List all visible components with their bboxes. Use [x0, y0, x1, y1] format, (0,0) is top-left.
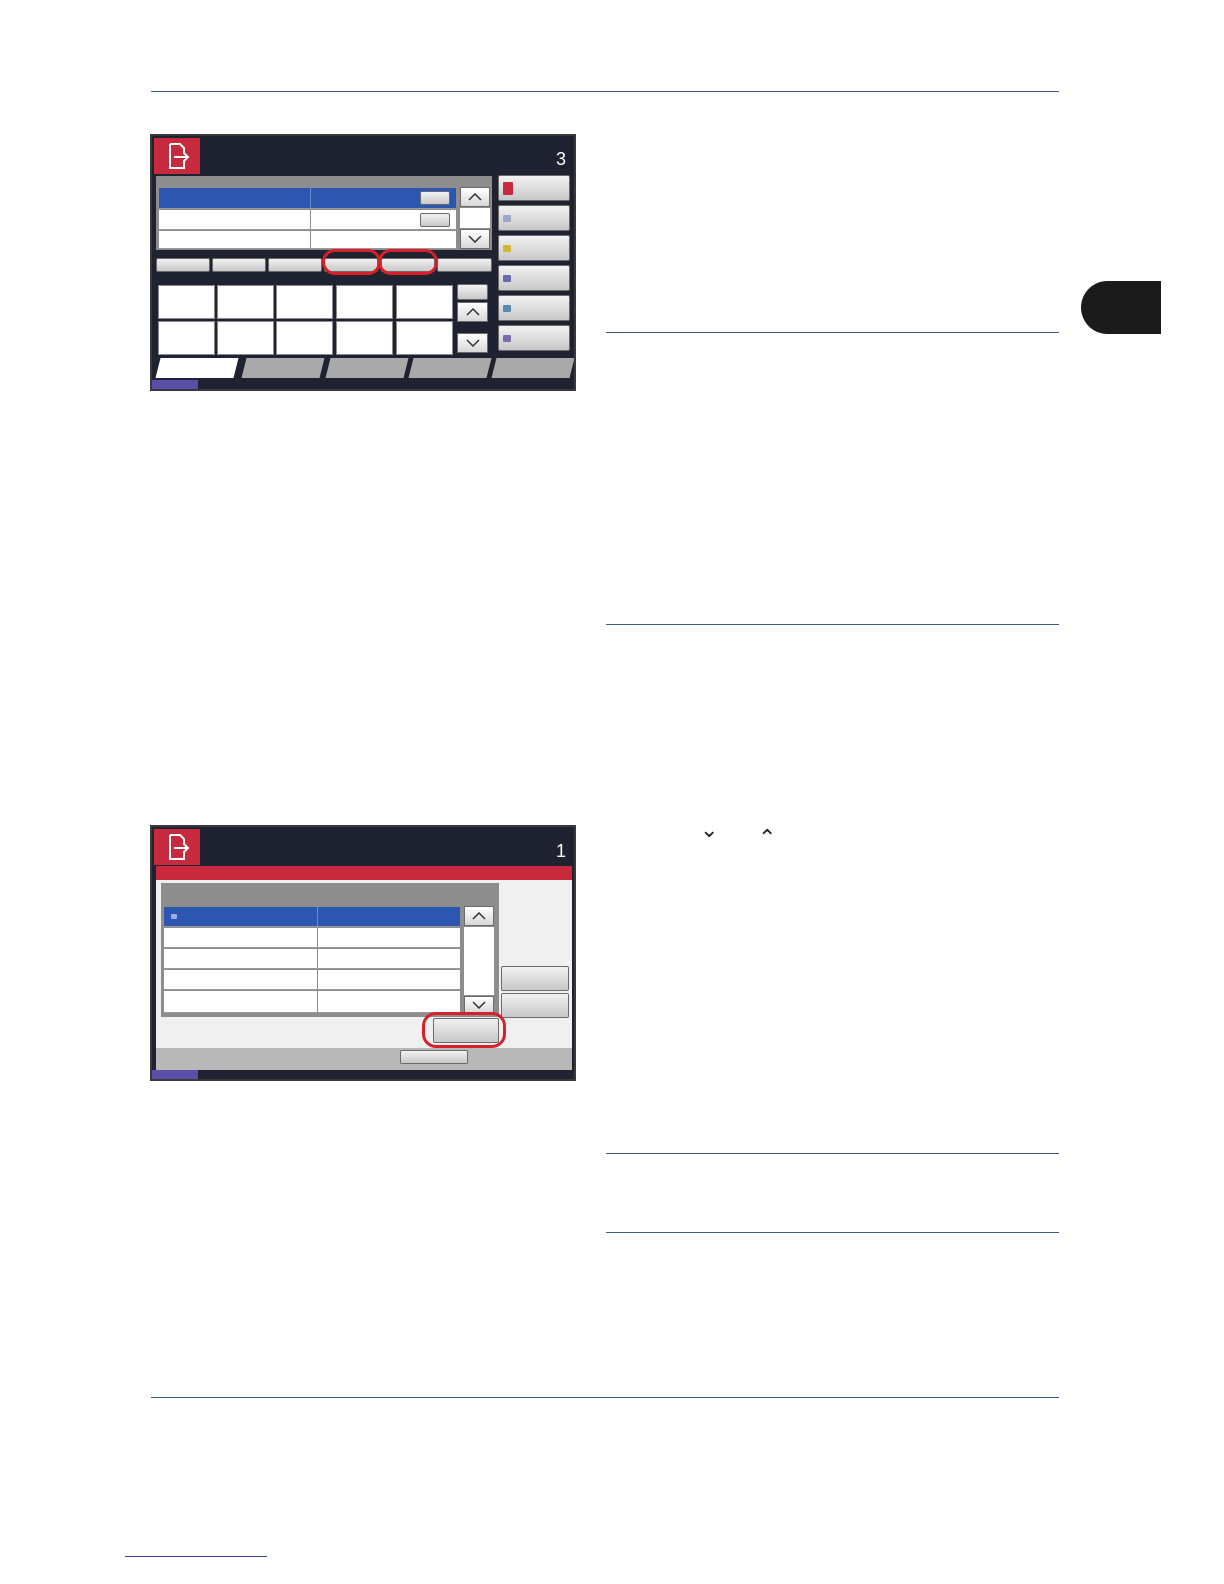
email-icon — [503, 215, 511, 222]
contact-icon — [171, 914, 177, 919]
keys-scroll-up-button[interactable] — [457, 302, 488, 322]
one-touch-key[interactable] — [396, 285, 453, 319]
send-logo-icon — [154, 829, 200, 865]
detail-button[interactable] — [420, 191, 450, 205]
header-rule — [151, 91, 1059, 92]
one-touch-key[interactable] — [217, 321, 274, 355]
status-strip — [152, 380, 198, 389]
index-button[interactable] — [156, 258, 210, 272]
destination-row[interactable] — [159, 210, 456, 230]
email-button[interactable] — [498, 205, 570, 231]
send-screen-panel: 3 — [150, 134, 576, 391]
result-row[interactable] — [164, 949, 460, 969]
folder-icon — [503, 245, 511, 252]
section-rule-4 — [606, 1232, 1059, 1233]
list-scroll-track[interactable] — [460, 208, 490, 228]
index-button[interactable] — [212, 258, 266, 272]
footer-rule — [151, 1397, 1059, 1398]
tab-advanced-setup[interactable] — [491, 358, 574, 378]
up-arrow-icon: ⌃ — [758, 826, 777, 851]
status-strip — [152, 1070, 198, 1079]
highlight-callout — [322, 249, 381, 275]
list-scroll-down-button[interactable] — [460, 229, 490, 249]
folder-button[interactable] — [498, 235, 570, 261]
section-rule-3 — [606, 1153, 1059, 1154]
detail-button[interactable] — [420, 213, 450, 227]
one-touch-key[interactable] — [336, 285, 393, 319]
one-touch-key[interactable] — [336, 321, 393, 355]
one-touch-key[interactable] — [158, 285, 215, 319]
page-number-button[interactable] — [457, 284, 488, 300]
result-row[interactable] — [164, 907, 460, 927]
result-row[interactable] — [164, 928, 460, 948]
index-button[interactable] — [268, 258, 322, 272]
footer-bar — [156, 1048, 572, 1070]
result-row[interactable] — [164, 991, 460, 1013]
result-scroll-track[interactable] — [464, 927, 494, 995]
destination-list — [156, 176, 492, 250]
tab-color-image-quality[interactable] — [408, 358, 492, 378]
destination-row[interactable] — [159, 188, 456, 209]
address-book-icon — [503, 182, 513, 195]
tab-destination[interactable] — [155, 358, 239, 378]
chapter-tab — [1081, 281, 1161, 334]
fax-icon — [503, 275, 511, 282]
section-rule-1 — [606, 332, 1059, 333]
wsd-scan-button[interactable] — [498, 325, 570, 351]
i-fax-icon — [503, 305, 511, 312]
fax-button[interactable] — [498, 265, 570, 291]
one-touch-key[interactable] — [396, 321, 453, 355]
one-touch-key[interactable] — [158, 321, 215, 355]
list-scroll-up-button[interactable] — [460, 187, 490, 207]
tab-bar — [152, 358, 574, 378]
result-scroll-up-button[interactable] — [464, 906, 494, 926]
detail-button[interactable] — [501, 966, 569, 991]
footer-link-underline[interactable] — [125, 1556, 267, 1557]
keys-scroll-down-button[interactable] — [457, 333, 488, 353]
send-logo-icon — [154, 138, 200, 174]
down-arrow-icon: ⌄ — [700, 818, 719, 843]
close-button[interactable] — [400, 1050, 468, 1064]
one-touch-key[interactable] — [217, 285, 274, 319]
search-result-panel: 1 — [150, 825, 576, 1081]
address-book-button[interactable] — [498, 175, 570, 201]
wsd-scan-icon — [503, 335, 511, 342]
destination-row[interactable] — [159, 231, 456, 249]
result-row[interactable] — [164, 970, 460, 990]
tab-quick-setup[interactable] — [241, 358, 325, 378]
destination-count: 1 — [555, 841, 566, 861]
tab-original-sending-format[interactable] — [325, 358, 409, 378]
index-button[interactable] — [437, 258, 492, 272]
one-touch-key[interactable] — [276, 285, 333, 319]
one-touch-key[interactable] — [276, 321, 333, 355]
search-button[interactable] — [501, 993, 569, 1018]
highlight-callout — [422, 1012, 506, 1048]
destination-count: 3 — [555, 149, 566, 169]
highlight-callout — [378, 249, 438, 275]
dialog-title-bar — [156, 866, 572, 880]
section-rule-2 — [606, 624, 1059, 625]
result-list — [161, 883, 499, 1017]
i-fax-button[interactable] — [498, 295, 570, 321]
